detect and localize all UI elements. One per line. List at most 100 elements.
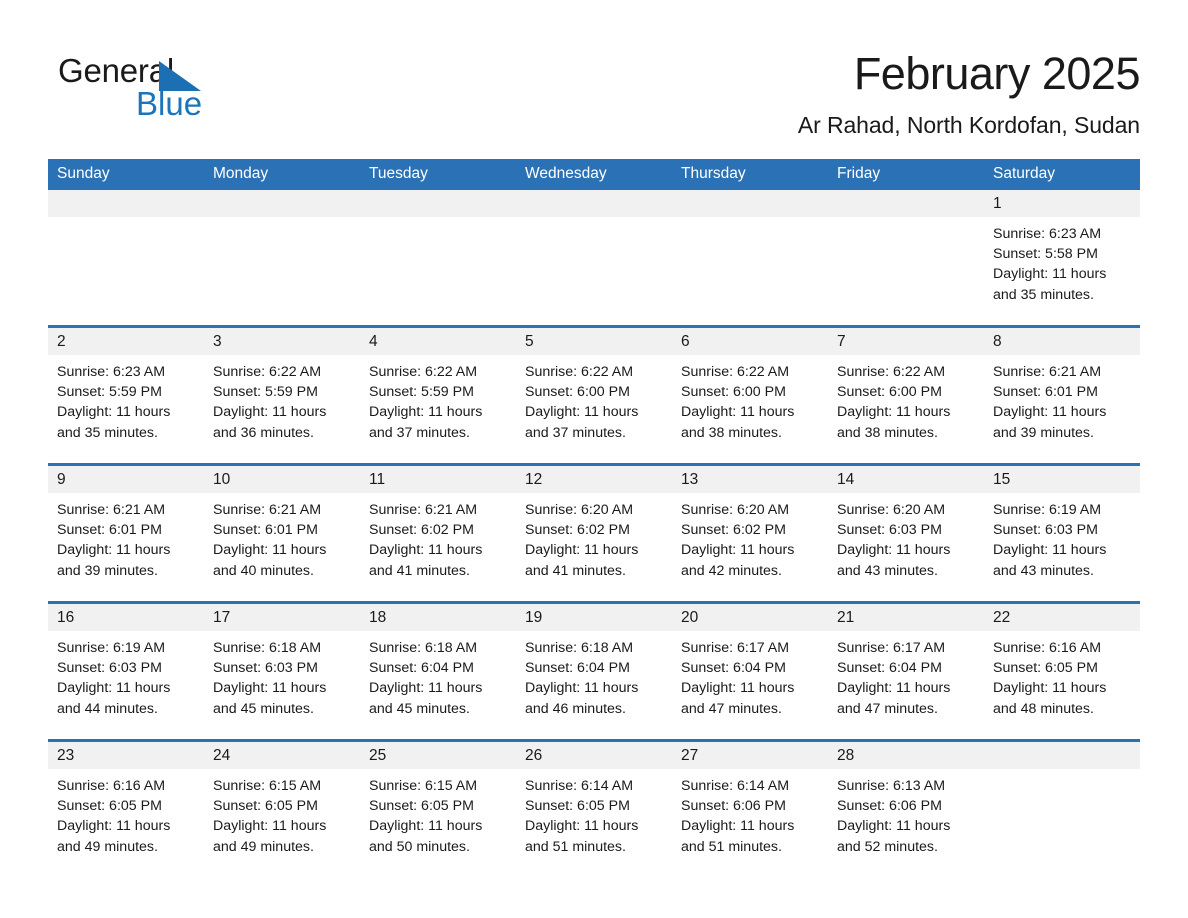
day-sun-details: Sunrise: 6:17 AM Sunset: 6:04 PM Dayligh…	[837, 640, 951, 717]
day-sun-details: Sunrise: 6:16 AM Sunset: 6:05 PM Dayligh…	[57, 778, 171, 855]
calendar-table: Sunday Monday Tuesday Wednesday Thursday Frid…	[48, 159, 1140, 877]
day-sun-details: Sunrise: 6:14 AM Sunset: 6:06 PM Dayligh…	[681, 778, 795, 855]
day-number: 5	[516, 328, 672, 355]
calendar-day-cell[interactable]: 1 Sunrise: 6:23 AM Sunset: 5:58 PM Daylig…	[984, 190, 1140, 327]
day-sun-details: Sunrise: 6:21 AM Sunset: 6:01 PM Dayligh…	[993, 364, 1107, 441]
day-sun-details: Sunrise: 6:20 AM Sunset: 6:03 PM Dayligh…	[837, 502, 951, 579]
weekday-header-thursday: Thursday	[672, 159, 828, 190]
day-number: 26	[516, 742, 672, 769]
day-number: 17	[204, 604, 360, 631]
calendar-empty-cell	[360, 190, 516, 327]
calendar-day-cell[interactable]: 4 Sunrise: 6:22 AM Sunset: 5:59 PM Daylig…	[360, 325, 516, 465]
day-sun-details: Sunrise: 6:22 AM Sunset: 6:00 PM Dayligh…	[681, 364, 795, 441]
day-number: 15	[984, 466, 1140, 493]
day-number: 10	[204, 466, 360, 493]
day-number	[984, 742, 1140, 769]
weekday-header-tuesday: Tuesday	[360, 159, 516, 190]
calendar-day-cell[interactable]: 20 Sunrise: 6:17 AM Sunset: 6:04 PM Dayli…	[672, 601, 828, 741]
weekday-header-friday: Friday	[828, 159, 984, 190]
calendar-day-cell[interactable]: 14 Sunrise: 6:20 AM Sunset: 6:03 PM Dayli…	[828, 463, 984, 603]
day-sun-details: Sunrise: 6:22 AM Sunset: 5:59 PM Dayligh…	[369, 364, 483, 441]
weekday-header-wednesday: Wednesday	[516, 159, 672, 190]
day-sun-details: Sunrise: 6:18 AM Sunset: 6:03 PM Dayligh…	[213, 640, 327, 717]
day-number: 24	[204, 742, 360, 769]
calendar-day-cell[interactable]: 12 Sunrise: 6:20 AM Sunset: 6:02 PM Dayli…	[516, 463, 672, 603]
day-sun-details: Sunrise: 6:22 AM Sunset: 6:00 PM Dayligh…	[525, 364, 639, 441]
day-sun-details: Sunrise: 6:23 AM Sunset: 5:59 PM Dayligh…	[57, 364, 171, 441]
calendar-week-row: 1 Sunrise: 6:23 AM Sunset: 5:58 PM Daylig…	[48, 190, 1140, 327]
day-sun-details: Sunrise: 6:18 AM Sunset: 6:04 PM Dayligh…	[525, 640, 639, 717]
day-number	[204, 190, 360, 217]
day-number: 2	[48, 328, 204, 355]
day-number: 7	[828, 328, 984, 355]
day-sun-details: Sunrise: 6:22 AM Sunset: 6:00 PM Dayligh…	[837, 364, 951, 441]
title-block: February 2025 Ar Rahad, North Kordofan, …	[798, 46, 1141, 142]
calendar-day-cell[interactable]: 5 Sunrise: 6:22 AM Sunset: 6:00 PM Daylig…	[516, 325, 672, 465]
day-sun-details	[516, 217, 672, 325]
calendar-day-cell[interactable]: 3 Sunrise: 6:22 AM Sunset: 5:59 PM Daylig…	[204, 325, 360, 465]
day-number: 18	[360, 604, 516, 631]
calendar-day-cell[interactable]: 11 Sunrise: 6:21 AM Sunset: 6:02 PM Dayli…	[360, 463, 516, 603]
day-number: 21	[828, 604, 984, 631]
day-sun-details: Sunrise: 6:21 AM Sunset: 6:02 PM Dayligh…	[369, 502, 483, 579]
calendar-empty-cell	[828, 190, 984, 327]
calendar-header-row: Sunday Monday Tuesday Wednesday Thursday Frid…	[48, 159, 1140, 190]
calendar-day-cell[interactable]: 28 Sunrise: 6:13 AM Sunset: 6:06 PM Dayli…	[828, 739, 984, 877]
calendar-empty-cell	[204, 190, 360, 327]
calendar-day-cell[interactable]: 19 Sunrise: 6:18 AM Sunset: 6:04 PM Dayli…	[516, 601, 672, 741]
page-title: February 2025	[853, 48, 1141, 99]
calendar-day-cell[interactable]: 23 Sunrise: 6:16 AM Sunset: 6:05 PM Dayli…	[48, 739, 204, 877]
calendar-day-cell[interactable]: 9 Sunrise: 6:21 AM Sunset: 6:01 PM Daylig…	[48, 463, 204, 603]
day-number: 16	[48, 604, 204, 631]
day-sun-details: Sunrise: 6:22 AM Sunset: 5:59 PM Dayligh…	[213, 364, 327, 441]
calendar-day-cell[interactable]: 24 Sunrise: 6:15 AM Sunset: 6:05 PM Dayli…	[204, 739, 360, 877]
day-number	[360, 190, 516, 217]
calendar-day-cell[interactable]: 10 Sunrise: 6:21 AM Sunset: 6:01 PM Dayli…	[204, 463, 360, 603]
day-sun-details: Sunrise: 6:17 AM Sunset: 6:04 PM Dayligh…	[681, 640, 795, 717]
calendar-week-row: 23 Sunrise: 6:16 AM Sunset: 6:05 PM Dayli…	[48, 739, 1140, 877]
day-number: 28	[828, 742, 984, 769]
calendar-day-cell[interactable]: 17 Sunrise: 6:18 AM Sunset: 6:03 PM Dayli…	[204, 601, 360, 741]
day-number: 19	[516, 604, 672, 631]
calendar-day-cell[interactable]: 18 Sunrise: 6:18 AM Sunset: 6:04 PM Dayli…	[360, 601, 516, 741]
day-number: 11	[360, 466, 516, 493]
calendar-day-cell[interactable]: 2 Sunrise: 6:23 AM Sunset: 5:59 PM Daylig…	[48, 325, 204, 465]
day-number: 1	[984, 190, 1140, 217]
day-number: 25	[360, 742, 516, 769]
weekday-header-monday: Monday	[204, 159, 360, 190]
calendar-day-cell[interactable]: 21 Sunrise: 6:17 AM Sunset: 6:04 PM Dayli…	[828, 601, 984, 741]
day-sun-details: Sunrise: 6:15 AM Sunset: 6:05 PM Dayligh…	[369, 778, 483, 855]
day-number: 4	[360, 328, 516, 355]
calendar-day-cell[interactable]: 8 Sunrise: 6:21 AM Sunset: 6:01 PM Daylig…	[984, 325, 1140, 465]
calendar-day-cell[interactable]: 16 Sunrise: 6:19 AM Sunset: 6:03 PM Dayli…	[48, 601, 204, 741]
weekday-header-sunday: Sunday	[48, 159, 204, 190]
day-sun-details	[828, 217, 984, 325]
calendar-body: 1 Sunrise: 6:23 AM Sunset: 5:58 PM Daylig…	[48, 190, 1140, 877]
day-number: 27	[672, 742, 828, 769]
page-header: General Blue February 2025 Ar Rahad, Nor…	[48, 46, 1141, 142]
calendar-day-cell[interactable]: 22 Sunrise: 6:16 AM Sunset: 6:05 PM Dayli…	[984, 601, 1140, 741]
day-sun-details: Sunrise: 6:18 AM Sunset: 6:04 PM Dayligh…	[369, 640, 483, 717]
day-sun-details: Sunrise: 6:13 AM Sunset: 6:06 PM Dayligh…	[837, 778, 951, 855]
calendar-day-cell[interactable]: 15 Sunrise: 6:19 AM Sunset: 6:03 PM Dayli…	[984, 463, 1140, 603]
day-sun-details: Sunrise: 6:19 AM Sunset: 6:03 PM Dayligh…	[993, 502, 1107, 579]
day-sun-details	[360, 217, 516, 325]
day-number	[672, 190, 828, 217]
day-number: 3	[204, 328, 360, 355]
day-sun-details: Sunrise: 6:23 AM Sunset: 5:58 PM Dayligh…	[993, 226, 1107, 303]
calendar-day-cell[interactable]: 13 Sunrise: 6:20 AM Sunset: 6:02 PM Dayli…	[672, 463, 828, 603]
calendar-page: General Blue February 2025 Ar Rahad, Nor…	[0, 0, 1188, 918]
calendar-day-cell[interactable]: 25 Sunrise: 6:15 AM Sunset: 6:05 PM Dayli…	[360, 739, 516, 877]
day-number	[828, 190, 984, 217]
calendar-day-cell[interactable]: 27 Sunrise: 6:14 AM Sunset: 6:06 PM Dayli…	[672, 739, 828, 877]
day-sun-details	[204, 217, 360, 325]
calendar-week-row: 16 Sunrise: 6:19 AM Sunset: 6:03 PM Dayli…	[48, 601, 1140, 741]
calendar-day-cell[interactable]: 7 Sunrise: 6:22 AM Sunset: 6:00 PM Daylig…	[828, 325, 984, 465]
day-sun-details: Sunrise: 6:20 AM Sunset: 6:02 PM Dayligh…	[681, 502, 795, 579]
day-number: 8	[984, 328, 1140, 355]
day-sun-details: Sunrise: 6:20 AM Sunset: 6:02 PM Dayligh…	[525, 502, 639, 579]
day-sun-details: Sunrise: 6:14 AM Sunset: 6:05 PM Dayligh…	[525, 778, 639, 855]
calendar-week-row: 9 Sunrise: 6:21 AM Sunset: 6:01 PM Daylig…	[48, 463, 1140, 603]
calendar-day-cell[interactable]: 26 Sunrise: 6:14 AM Sunset: 6:05 PM Dayli…	[516, 739, 672, 877]
calendar-day-cell[interactable]: 6 Sunrise: 6:22 AM Sunset: 6:00 PM Daylig…	[672, 325, 828, 465]
